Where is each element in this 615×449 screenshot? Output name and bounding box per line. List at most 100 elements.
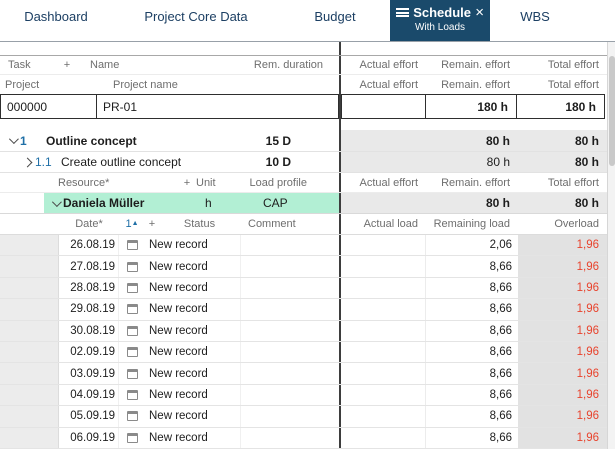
status-cell[interactable]: New record bbox=[145, 278, 240, 298]
load-row[interactable]: 04.09.19 New record 8,66 1,96 bbox=[0, 384, 607, 407]
resource-row[interactable]: Daniela Müller h CAP 80 h 80 h bbox=[0, 193, 607, 214]
status-cell[interactable]: New record bbox=[145, 321, 240, 341]
project-actual-effort-cell[interactable] bbox=[341, 94, 426, 119]
status-cell[interactable]: New record bbox=[145, 342, 240, 362]
load-row[interactable]: 28.08.19 New record 8,66 1,96 bbox=[0, 277, 607, 300]
date-cell[interactable]: 30.08.19 bbox=[59, 320, 119, 341]
task-row-1-1[interactable]: 1.1 Create outline concept 10 D 80 h 80 … bbox=[0, 152, 607, 173]
load-row[interactable]: 29.08.19 New record 8,66 1,96 bbox=[0, 299, 607, 321]
status-cell[interactable]: New record bbox=[145, 256, 240, 276]
remaining-load-cell[interactable]: 8,66 bbox=[426, 363, 518, 383]
add-resource-button[interactable]: + bbox=[178, 177, 196, 189]
load-row[interactable]: 26.08.19 New record 2,06 1,96 bbox=[0, 235, 607, 257]
remaining-load-cell[interactable]: 8,66 bbox=[426, 278, 518, 298]
comment-cell[interactable] bbox=[240, 299, 339, 320]
remaining-load-cell[interactable]: 8,66 bbox=[426, 385, 518, 405]
remaining-load-cell[interactable]: 8,66 bbox=[426, 406, 518, 426]
remaining-load-cell[interactable]: 8,66 bbox=[426, 321, 518, 341]
date-cell[interactable]: 03.09.19 bbox=[59, 363, 119, 384]
date-picker-button[interactable] bbox=[119, 385, 145, 405]
task-row-1[interactable]: 1 Outline concept 15 D 80 h 80 h bbox=[0, 130, 607, 152]
load-row[interactable]: 30.08.19 New record 8,66 1,96 bbox=[0, 320, 607, 342]
resource-load-profile[interactable]: CAP bbox=[243, 196, 339, 210]
task-number[interactable]: 1.1 bbox=[35, 155, 61, 169]
date-picker-button[interactable] bbox=[119, 256, 145, 276]
actual-load-cell[interactable] bbox=[341, 320, 426, 341]
status-cell[interactable]: New record bbox=[145, 299, 240, 319]
remaining-load-cell[interactable]: 8,66 bbox=[426, 342, 518, 362]
date-cell[interactable]: 26.08.19 bbox=[59, 235, 119, 256]
collapse-chevron-icon[interactable] bbox=[48, 196, 63, 207]
actual-load-cell[interactable] bbox=[341, 256, 426, 277]
project-remain-effort-cell[interactable]: 180 h bbox=[425, 94, 517, 119]
load-row[interactable]: 06.09.19 New record 8,66 1,96 bbox=[0, 427, 607, 449]
resource-name[interactable]: Daniela Müller bbox=[63, 196, 197, 210]
add-load-button[interactable]: + bbox=[145, 218, 159, 230]
comment-cell[interactable] bbox=[240, 427, 339, 448]
date-picker-button[interactable] bbox=[119, 428, 145, 448]
date-picker-button[interactable] bbox=[119, 406, 145, 426]
status-cell[interactable]: New record bbox=[145, 428, 240, 448]
date-cell[interactable]: 05.09.19 bbox=[59, 406, 119, 427]
comment-cell[interactable] bbox=[240, 256, 339, 277]
close-icon[interactable]: × bbox=[475, 5, 484, 19]
date-picker-button[interactable] bbox=[119, 278, 145, 298]
comment-cell[interactable] bbox=[240, 277, 339, 299]
status-cell[interactable]: New record bbox=[145, 385, 240, 405]
load-row[interactable]: 27.08.19 New record 8,66 1,96 bbox=[0, 256, 607, 278]
project-total-effort-cell[interactable]: 180 h bbox=[516, 94, 605, 119]
remaining-load-cell[interactable]: 8,66 bbox=[426, 299, 518, 319]
load-row[interactable]: 02.09.19 New record 8,66 1,96 bbox=[0, 341, 607, 364]
date-cell[interactable]: 29.08.19 bbox=[59, 299, 119, 320]
comment-cell[interactable] bbox=[240, 235, 339, 256]
actual-load-cell[interactable] bbox=[341, 299, 426, 320]
add-task-button[interactable]: + bbox=[52, 59, 82, 71]
actual-load-cell[interactable] bbox=[341, 406, 426, 427]
tab-budget[interactable]: Budget bbox=[280, 0, 390, 41]
load-row[interactable]: 05.09.19 New record 8,66 1,96 bbox=[0, 406, 607, 428]
tab-schedule[interactable]: Schedule × With Loads bbox=[390, 0, 490, 41]
status-cell[interactable]: New record bbox=[145, 363, 240, 383]
remaining-load-cell[interactable]: 8,66 bbox=[426, 256, 518, 276]
vertical-scrollbar[interactable] bbox=[607, 42, 615, 449]
project-row[interactable]: 000000 PR-01 180 h 180 h bbox=[0, 94, 607, 119]
task-rem-duration[interactable]: 10 D bbox=[244, 155, 339, 169]
actual-load-cell[interactable] bbox=[341, 384, 426, 406]
date-picker-button[interactable] bbox=[119, 235, 145, 255]
expand-chevron-icon[interactable] bbox=[20, 157, 35, 167]
status-cell[interactable]: New record bbox=[145, 235, 240, 255]
task-rem-duration[interactable]: 15 D bbox=[244, 134, 339, 148]
actual-load-cell[interactable] bbox=[341, 235, 426, 256]
tab-wbs[interactable]: WBS bbox=[490, 0, 580, 41]
tab-project-core-data[interactable]: Project Core Data bbox=[112, 0, 280, 41]
date-cell[interactable]: 28.08.19 bbox=[59, 277, 119, 299]
resource-unit[interactable]: h bbox=[197, 196, 243, 210]
date-cell[interactable]: 02.09.19 bbox=[59, 341, 119, 363]
actual-load-cell[interactable] bbox=[341, 277, 426, 299]
project-id-cell[interactable]: 000000 bbox=[0, 94, 97, 119]
tab-dashboard[interactable]: Dashboard bbox=[0, 0, 112, 41]
actual-load-cell[interactable] bbox=[341, 363, 426, 384]
load-row[interactable]: 03.09.19 New record 8,66 1,96 bbox=[0, 363, 607, 385]
date-picker-button[interactable] bbox=[119, 342, 145, 362]
comment-cell[interactable] bbox=[240, 341, 339, 363]
date-picker-button[interactable] bbox=[119, 299, 145, 319]
actual-load-cell[interactable] bbox=[341, 427, 426, 448]
date-picker-button[interactable] bbox=[119, 363, 145, 383]
comment-cell[interactable] bbox=[240, 406, 339, 427]
comment-cell[interactable] bbox=[240, 363, 339, 384]
task-name[interactable]: Outline concept bbox=[46, 134, 244, 148]
date-cell[interactable]: 04.09.19 bbox=[59, 384, 119, 406]
actual-load-cell[interactable] bbox=[341, 341, 426, 363]
comment-cell[interactable] bbox=[240, 384, 339, 406]
comment-cell[interactable] bbox=[240, 320, 339, 341]
remaining-load-cell[interactable]: 8,66 bbox=[426, 428, 518, 448]
task-number[interactable]: 1 bbox=[20, 134, 46, 148]
sort-indicator[interactable]: 1▲ bbox=[119, 218, 145, 230]
menu-icon[interactable] bbox=[396, 8, 409, 17]
scrollbar-thumb[interactable] bbox=[609, 56, 615, 166]
resource-row-highlight[interactable]: Daniela Müller h CAP bbox=[44, 193, 339, 213]
remaining-load-cell[interactable]: 2,06 bbox=[426, 235, 518, 255]
status-cell[interactable]: New record bbox=[145, 406, 240, 426]
project-name-cell[interactable]: PR-01 bbox=[96, 94, 339, 119]
